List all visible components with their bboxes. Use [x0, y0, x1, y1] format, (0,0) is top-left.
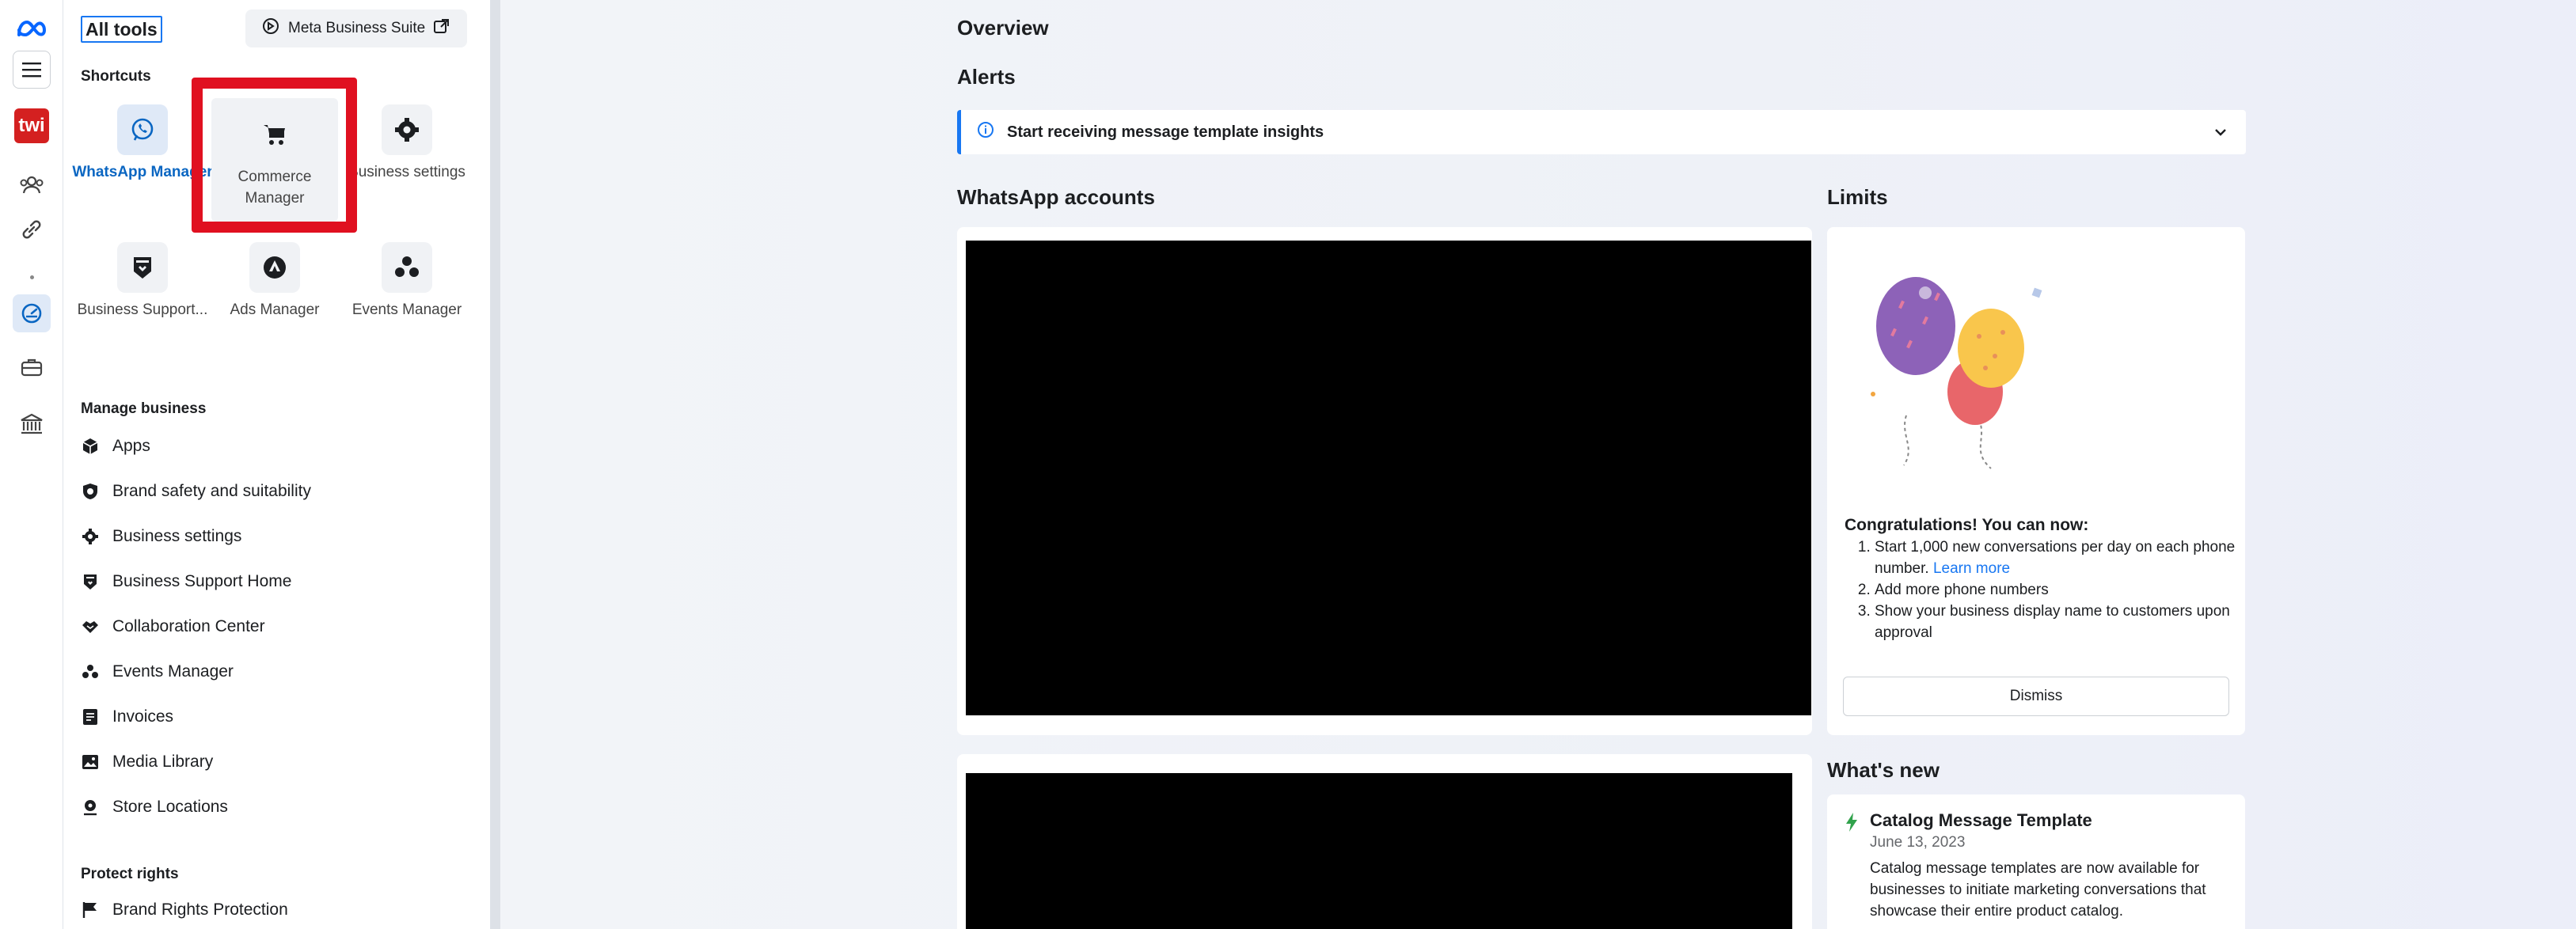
- shield-check-icon: [81, 482, 100, 501]
- meta-business-suite-icon: [261, 17, 280, 40]
- shortcut-label: Events Manager: [351, 301, 462, 318]
- limits-list-item: Add more phone numbers: [1875, 579, 2240, 601]
- meta-business-suite-button[interactable]: Meta Business Suite: [245, 9, 467, 47]
- cube-icon: [81, 437, 100, 456]
- whatsapp-icon: [117, 104, 168, 155]
- limits-list-item: Show your business display name to custo…: [1875, 601, 2240, 643]
- menu-item-label: Business Support Home: [112, 572, 292, 590]
- limits-congrats: Congratulations! You can now:: [1845, 516, 2089, 534]
- news-title: Catalog Message Template: [1870, 810, 2092, 830]
- menu-item-label: Brand Rights Protection: [112, 901, 288, 919]
- menu-item-label: Media Library: [112, 753, 214, 771]
- meta-business-suite-label: Meta Business Suite: [288, 20, 426, 36]
- menu-item-invoices[interactable]: Invoices: [81, 704, 173, 730]
- all-tools-heading: All tools: [81, 16, 162, 43]
- ads-manager-icon: [249, 242, 300, 293]
- flag-icon: [81, 901, 100, 920]
- dot-icon: [13, 258, 51, 296]
- limit-text: Show your business display name to custo…: [1875, 603, 2230, 641]
- limits-list-item: Start 1,000 new conversations per day on…: [1875, 537, 2240, 579]
- menu-item-label: Collaboration Center: [112, 617, 265, 635]
- info-icon: [977, 121, 994, 143]
- menu-item-apps[interactable]: Apps: [81, 434, 150, 459]
- menu-item-brand-rights-protection[interactable]: Brand Rights Protection: [81, 897, 288, 923]
- gear-icon: [382, 104, 432, 155]
- shield-icon: [117, 242, 168, 293]
- alert-text: Start receiving message template insight…: [1007, 123, 1324, 141]
- events-icon: [382, 242, 432, 293]
- hamburger-menu-icon[interactable]: [13, 51, 51, 89]
- chevron-down-icon[interactable]: [2213, 124, 2228, 145]
- balloons-illustration: [1868, 261, 2058, 479]
- menu-item-business-settings[interactable]: Business settings: [81, 524, 241, 549]
- shortcuts-label: Shortcuts: [81, 68, 151, 85]
- bank-icon[interactable]: [13, 405, 51, 443]
- whatsapp-accounts-heading: WhatsApp accounts: [957, 185, 1155, 209]
- shield-icon: [81, 572, 100, 591]
- manage-business-label: Manage business: [81, 400, 207, 417]
- menu-item-label: Brand safety and suitability: [112, 482, 311, 500]
- shortcut-label: Ads Manager: [230, 301, 320, 318]
- external-link-icon: [433, 17, 450, 40]
- shortcut-events-manager[interactable]: Events Manager: [334, 242, 480, 320]
- lightning-icon: [1845, 812, 1859, 836]
- redacted-area: [966, 773, 1792, 929]
- dashboard-icon[interactable]: [13, 294, 51, 332]
- account-badge-text: twi: [14, 108, 49, 143]
- gear-icon: [81, 527, 100, 546]
- location-icon: [81, 798, 100, 817]
- alert-banner[interactable]: Start receiving message template insight…: [957, 110, 2246, 154]
- menu-item-label: Store Locations: [112, 798, 228, 816]
- menu-item-collaboration-center[interactable]: Collaboration Center: [81, 614, 265, 639]
- invoice-icon: [81, 707, 100, 726]
- image-icon: [81, 753, 100, 772]
- limits-heading: Limits: [1827, 185, 1888, 209]
- menu-item-label: Events Manager: [112, 662, 234, 681]
- menu-item-label: Business settings: [112, 527, 242, 545]
- menu-item-store-locations[interactable]: Store Locations: [81, 794, 228, 820]
- panel-resize-handle[interactable]: [491, 0, 500, 929]
- news-date: June 13, 2023: [1870, 834, 1966, 851]
- menu-item-label: Apps: [112, 437, 150, 455]
- menu-item-media-library[interactable]: Media Library: [81, 749, 213, 775]
- whats-new-heading: What's new: [1827, 758, 1940, 782]
- redacted-area: [966, 241, 1811, 715]
- menu-item-events-manager[interactable]: Events Manager: [81, 659, 234, 684]
- shortcut-ads-manager[interactable]: Ads Manager: [202, 242, 348, 320]
- handshake-icon: [81, 617, 100, 636]
- account-avatar[interactable]: twi: [13, 107, 51, 145]
- link-icon[interactable]: [13, 210, 51, 248]
- highlight-box: [192, 78, 357, 233]
- menu-item-brand-safety[interactable]: Brand safety and suitability: [81, 479, 311, 504]
- dismiss-button[interactable]: Dismiss: [1843, 677, 2229, 716]
- protect-rights-label: Protect rights: [81, 866, 179, 882]
- left-rail: twi: [0, 0, 63, 929]
- limit-text: Add more phone numbers: [1875, 582, 2049, 598]
- limits-list: Start 1,000 new conversations per day on…: [1845, 537, 2240, 643]
- limit-text: Start 1,000 new conversations per day on…: [1875, 539, 2236, 577]
- news-body: Catalog message templates are now availa…: [1870, 860, 2206, 920]
- menu-item-label: Invoices: [112, 707, 174, 726]
- meta-logo-icon[interactable]: [13, 9, 51, 47]
- learn-more-link[interactable]: Learn more: [1933, 560, 2010, 577]
- events-icon: [81, 662, 100, 681]
- people-icon[interactable]: [13, 166, 51, 204]
- alerts-heading: Alerts: [957, 65, 1016, 89]
- overview-heading: Overview: [957, 16, 1049, 40]
- shortcut-label: Business Support...: [77, 301, 208, 318]
- briefcase-icon[interactable]: [13, 348, 51, 386]
- menu-item-business-support-home[interactable]: Business Support Home: [81, 569, 291, 594]
- shortcut-business-support[interactable]: Business Support...: [70, 242, 215, 320]
